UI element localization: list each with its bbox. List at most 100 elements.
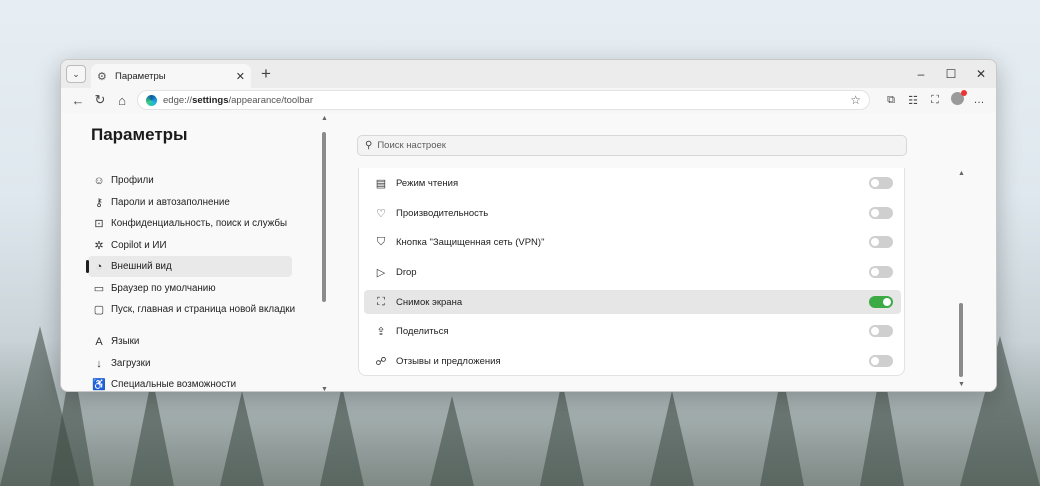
refresh-button[interactable]: ↻	[89, 92, 111, 108]
sidebar-item-appearance[interactable]: ◔ Внешний вид	[86, 256, 292, 277]
screenshot-icon: ⛶	[377, 295, 385, 308]
sidebar-item-label: Загрузки	[111, 358, 151, 369]
sidebar-item-privacy[interactable]: ⊡ Конфиденциальность, поиск и службы	[88, 213, 292, 234]
scroll-down-icon[interactable]: ▼	[321, 386, 328, 391]
sidebar-item-label: Пуск, главная и страница новой вкладки	[111, 304, 296, 315]
chevron-down-icon: ⌄	[72, 68, 80, 79]
minimize-button[interactable]: –	[906, 67, 936, 81]
setting-label: Drop	[396, 266, 417, 278]
home-page-icon: ▢	[93, 304, 105, 316]
url-prefix: edge://	[163, 94, 193, 106]
share-icon: ⇪	[376, 325, 386, 338]
toggle-switch[interactable]	[869, 207, 893, 219]
copilot-icon: ✲	[94, 240, 104, 252]
setting-row-share[interactable]: ⇪ Поделиться	[364, 319, 901, 343]
tab-actions-button[interactable]: ⌄	[66, 65, 86, 83]
languages-icon: A	[95, 335, 103, 348]
screenshot-icon[interactable]: ⛶	[924, 94, 946, 107]
setting-row-feedback[interactable]: ☍ Отзывы и предложения	[364, 349, 901, 373]
reading-mode-icon: ▤	[375, 177, 387, 190]
main-scrollbar[interactable]: ▲ ▼	[957, 170, 967, 388]
setting-label: Поделиться	[396, 325, 449, 337]
address-bar: ← ↻ ⌂ edge://settings/appearance/toolbar…	[61, 88, 996, 112]
toggle-switch[interactable]	[869, 296, 893, 308]
sidebar-item-profiles[interactable]: ☺ Профили	[88, 170, 292, 191]
setting-row-drop[interactable]: ▷ Drop	[364, 260, 901, 284]
url-host: settings	[192, 94, 229, 106]
page-title: Параметры	[91, 125, 188, 144]
appearance-icon: ◔	[95, 260, 103, 273]
sidebar-scrollbar[interactable]: ▲ ▼	[321, 113, 329, 391]
window-controls: – ☐ ✕	[906, 60, 996, 88]
browser-window: ⌄ ⚙ Параметры ✕ + – ☐ ✕ ← ↻ ⌂ edge://set…	[60, 59, 997, 392]
toggle-switch[interactable]	[869, 325, 893, 337]
close-window-button[interactable]: ✕	[966, 67, 996, 81]
extensions-icon[interactable]: ⧉	[880, 94, 902, 107]
profile-icon: ☺	[93, 174, 105, 187]
sidebar-item-downloads[interactable]: ↓ Загрузки	[88, 353, 292, 374]
home-button[interactable]: ⌂	[111, 93, 133, 108]
settings-sidebar: Параметры ☺ Профили ⚷ Пароли и автозапол…	[79, 113, 329, 391]
sidebar-item-label: Copilot и ИИ	[111, 240, 167, 251]
browser-icon: ▭	[93, 283, 105, 295]
tab-title: Параметры	[115, 70, 166, 82]
sidebar-item-label: Конфиденциальность, поиск и службы	[111, 218, 288, 229]
search-box[interactable]: ⚲	[357, 135, 907, 156]
search-input[interactable]	[377, 140, 899, 151]
lock-icon: ⊡	[94, 218, 104, 230]
sidebar-item-label: Внешний вид	[111, 261, 172, 272]
avatar	[950, 90, 967, 105]
sidebar-item-accessibility[interactable]: ♿ Специальные возможности	[88, 374, 292, 391]
sidebar-item-passwords[interactable]: ⚷ Пароли и автозаполнение	[88, 192, 292, 213]
toggle-switch[interactable]	[869, 236, 893, 248]
setting-label: Снимок экрана	[396, 296, 463, 308]
sidebar-item-default-browser[interactable]: ▭ Браузер по умолчанию	[88, 278, 292, 299]
performance-icon: ♡	[376, 207, 386, 220]
url-field[interactable]: edge://settings/appearance/toolbar ☆	[137, 90, 870, 110]
settings-page: Параметры ☺ Профили ⚷ Пароли и автозапол…	[61, 113, 996, 391]
toggle-switch[interactable]	[869, 355, 893, 367]
url-path: /appearance/toolbar	[228, 94, 314, 106]
scroll-up-icon[interactable]: ▲	[958, 170, 965, 177]
accessibility-icon: ♿	[92, 379, 106, 391]
setting-label: Кнопка "Защищенная сеть (VPN)"	[396, 236, 545, 248]
gear-icon: ⚙	[97, 70, 107, 83]
sidebar-item-copilot[interactable]: ✲ Copilot и ИИ	[88, 235, 292, 256]
setting-label: Отзывы и предложения	[396, 355, 501, 367]
setting-row-performance[interactable]: ♡ Производительность	[364, 201, 901, 225]
edge-logo-icon	[146, 94, 157, 106]
key-icon: ⚷	[94, 197, 104, 209]
tab-bar: ⌄ ⚙ Параметры ✕ + – ☐ ✕	[61, 60, 996, 88]
vpn-shield-icon: ⛉	[376, 235, 386, 248]
sidebar-item-label: Профили	[111, 175, 154, 186]
setting-row-screenshot[interactable]: ⛶ Снимок экрана	[364, 290, 901, 314]
new-tab-button[interactable]: +	[261, 64, 271, 84]
favorites-icon[interactable]: ☷	[902, 94, 924, 107]
drop-icon: ▷	[376, 266, 386, 279]
settings-content: Параметры ☺ Профили ⚷ Пароли и автозапол…	[61, 113, 996, 391]
setting-label: Режим чтения	[396, 177, 459, 189]
sidebar-item-languages[interactable]: A Языки	[88, 331, 292, 352]
search-icon: ⚲	[365, 140, 373, 151]
close-icon[interactable]: ✕	[236, 70, 245, 83]
setting-row-vpn[interactable]: ⛉ Кнопка "Защищенная сеть (VPN)"	[364, 230, 901, 254]
download-icon: ↓	[96, 357, 102, 370]
sidebar-scroll-thumb[interactable]	[322, 132, 326, 302]
toggle-switch[interactable]	[869, 266, 893, 278]
back-button[interactable]: ←	[67, 93, 89, 108]
main-scroll-thumb[interactable]	[959, 303, 963, 377]
maximize-button[interactable]: ☐	[936, 67, 966, 81]
tab-settings[interactable]: ⚙ Параметры ✕	[91, 64, 251, 88]
profile-button[interactable]	[946, 90, 968, 108]
sidebar-item-start-home[interactable]: ▢ Пуск, главная и страница новой вкладки	[88, 299, 303, 320]
sidebar-item-label: Пароли и автозаполнение	[111, 197, 230, 208]
more-icon[interactable]: …	[968, 94, 990, 106]
scroll-up-icon[interactable]: ▲	[321, 115, 328, 122]
sidebar-item-label: Браузер по умолчанию	[111, 283, 216, 294]
sidebar-item-label: Специальные возможности	[111, 379, 237, 390]
sidebar-item-label: Языки	[111, 336, 140, 347]
star-icon[interactable]: ☆	[850, 93, 861, 107]
toggle-switch[interactable]	[869, 177, 893, 189]
scroll-down-icon[interactable]: ▼	[958, 381, 965, 388]
setting-row-reading-mode[interactable]: ▤ Режим чтения	[364, 171, 901, 195]
